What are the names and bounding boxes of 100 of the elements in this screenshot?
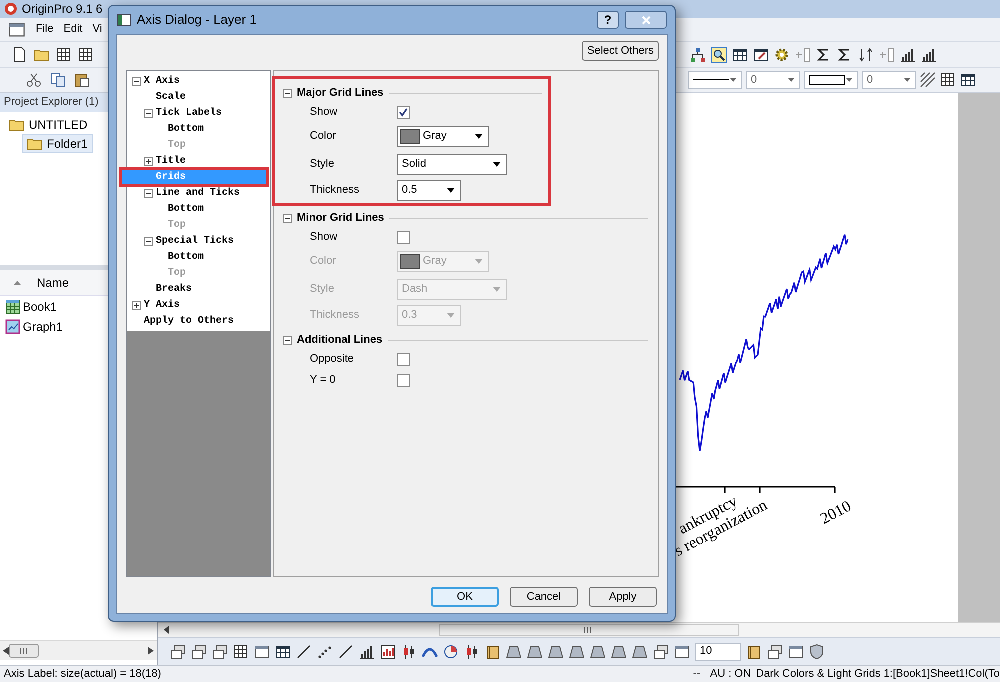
form-icon[interactable] (753, 46, 769, 62)
scrollbar-thumb[interactable] (439, 624, 739, 636)
bar-chart-icon[interactable] (921, 46, 937, 62)
window-icon[interactable] (8, 20, 26, 38)
pie-chart-icon[interactable] (443, 644, 459, 660)
copy-icon[interactable] (50, 72, 66, 88)
layers-icon[interactable] (170, 644, 186, 660)
tree-item[interactable]: Bottom (168, 122, 204, 136)
tree-item[interactable]: Y Axis (144, 298, 180, 312)
layers-icon[interactable] (653, 644, 669, 660)
folder-item[interactable]: UNTITLED (4, 115, 93, 134)
tree-item[interactable]: Apply to Others (144, 314, 234, 328)
checkbox[interactable] (397, 353, 410, 366)
dialog-title: Axis Dialog - Layer 1 (137, 11, 258, 30)
clipboard-icon[interactable] (74, 72, 90, 88)
hatch-pattern-icon[interactable] (920, 72, 936, 88)
line-icon[interactable] (338, 644, 354, 660)
hierarchy-icon[interactable] (690, 46, 706, 62)
scrollbar-thumb[interactable] (9, 644, 39, 658)
bar-chart-icon[interactable] (900, 46, 916, 62)
table-icon[interactable] (732, 46, 748, 62)
candlestick-icon[interactable] (401, 644, 417, 660)
checkbox[interactable] (397, 106, 410, 119)
caret-icon (475, 134, 483, 139)
collapse-icon[interactable] (283, 336, 292, 344)
grid-icon[interactable] (78, 46, 94, 62)
expand-icon[interactable] (144, 156, 153, 166)
tree-item[interactable]: Tick Labels (156, 106, 222, 120)
collapse-icon[interactable] (283, 88, 292, 98)
scissors-icon[interactable] (26, 72, 42, 88)
select-others-button[interactable]: Select Others (582, 41, 659, 61)
dialog-button[interactable]: OK (431, 587, 499, 607)
book-icon[interactable] (746, 644, 762, 660)
dialog-button[interactable]: Cancel (510, 587, 578, 607)
add-column-icon[interactable] (795, 46, 811, 62)
menu-item[interactable]: File (36, 21, 54, 38)
explorer-entry[interactable]: Book1 (23, 298, 58, 316)
tree-item[interactable]: Line and Ticks (156, 186, 240, 200)
table-icon[interactable] (275, 644, 291, 660)
candlestick-icon[interactable] (464, 644, 480, 660)
checkbox[interactable] (397, 374, 410, 387)
window-icon[interactable] (254, 644, 270, 660)
dropdown[interactable]: Gray (397, 126, 489, 147)
bar-chart-icon[interactable] (359, 644, 375, 660)
help-button[interactable]: ? (597, 11, 619, 29)
scroll-left-icon[interactable] (164, 626, 169, 634)
layers-icon[interactable] (767, 644, 783, 660)
shield-icon[interactable] (809, 644, 825, 660)
dropdown[interactable] (804, 71, 858, 89)
tree-item[interactable]: X Axis (144, 74, 180, 88)
close-button[interactable] (625, 11, 667, 29)
dropdown[interactable] (688, 71, 742, 89)
table-icon[interactable] (960, 72, 976, 88)
tree-item[interactable]: Breaks (156, 282, 192, 296)
grid-icon[interactable] (233, 644, 249, 660)
add-column-icon[interactable] (879, 46, 895, 62)
collapse-icon[interactable] (144, 188, 153, 198)
checkbox[interactable] (397, 231, 410, 244)
trapezoid-icon[interactable] (548, 644, 564, 660)
gear-icon[interactable] (774, 46, 790, 62)
combo-field[interactable]: 10 (695, 642, 741, 660)
book-icon[interactable] (485, 644, 501, 660)
layers-icon[interactable] (191, 644, 207, 660)
menu-item[interactable]: Vi (92, 21, 102, 38)
trapezoid-icon[interactable] (527, 644, 543, 660)
dialog-button[interactable]: Apply (589, 587, 657, 607)
menu-item[interactable]: Edit (64, 21, 83, 38)
folder-item[interactable]: Folder1 (22, 134, 93, 153)
tree-item[interactable]: Special Ticks (156, 234, 234, 248)
tree-item[interactable]: Bottom (168, 202, 204, 216)
dropdown[interactable]: 0.5 (397, 180, 461, 201)
tree-item[interactable]: Scale (156, 90, 186, 104)
sort-icon[interactable] (858, 46, 874, 62)
expand-icon[interactable] (132, 300, 141, 310)
trapezoid-icon[interactable] (611, 644, 627, 660)
dropdown[interactable]: 0 (862, 71, 916, 89)
scatter-icon[interactable] (317, 644, 333, 660)
trapezoid-icon[interactable] (569, 644, 585, 660)
line-icon[interactable] (296, 644, 312, 660)
tree-item[interactable]: Bottom (168, 250, 204, 264)
dropdown[interactable]: Solid (397, 154, 507, 174)
trapezoid-icon[interactable] (506, 644, 522, 660)
grid-icon[interactable] (56, 46, 72, 62)
grid-icon[interactable] (940, 72, 956, 88)
page-icon[interactable] (12, 46, 28, 62)
magnifier-icon[interactable] (711, 46, 727, 62)
dropdown[interactable]: 0 (746, 71, 800, 89)
trapezoid-icon[interactable] (632, 644, 648, 660)
chart-icon[interactable] (380, 644, 396, 660)
collapse-icon[interactable] (283, 214, 292, 222)
scroll-right-icon[interactable] (148, 646, 154, 654)
tree-item[interactable]: Title (156, 154, 186, 168)
collapse-icon[interactable] (144, 108, 153, 118)
collapse-icon[interactable] (144, 236, 153, 246)
collapse-icon[interactable] (132, 76, 141, 86)
trapezoid-icon[interactable] (590, 644, 606, 660)
window-icon[interactable] (788, 644, 804, 660)
explorer-entry[interactable]: Graph1 (23, 318, 64, 336)
window-icon[interactable] (674, 644, 690, 660)
layers-icon[interactable] (212, 644, 228, 660)
